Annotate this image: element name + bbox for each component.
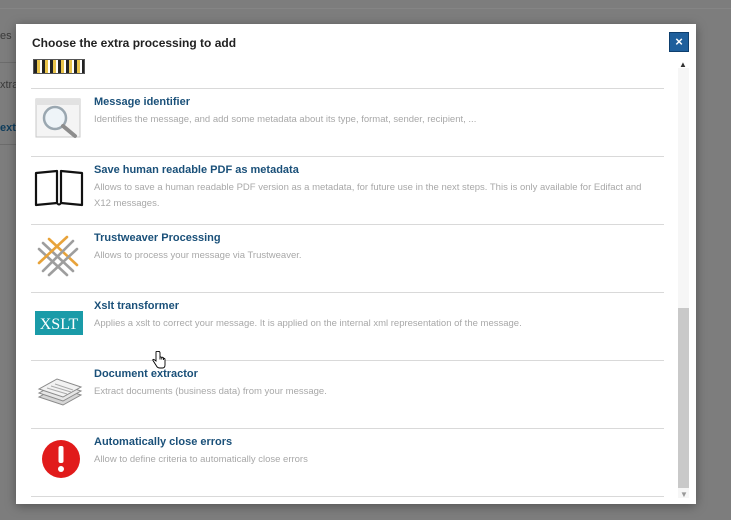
close-button[interactable]: ×	[669, 32, 689, 52]
bg-text-fragment: es	[0, 30, 12, 42]
item-description: Allow to define criteria to automaticall…	[94, 454, 308, 465]
item-description: Identifies the message, and add some met…	[94, 114, 477, 125]
item-description: Extract documents (business data) from y…	[94, 386, 327, 397]
item-description: Allows to save a human readable PDF vers…	[94, 182, 642, 209]
list-item-trustweaver[interactable]: Trustweaver Processing Allows to process…	[31, 224, 664, 292]
add-processing-dialog: Choose the extra processing to add × ▲ ▼…	[16, 24, 696, 504]
error-alert-icon	[33, 437, 85, 481]
bg-divider	[0, 8, 731, 9]
hand-pointer-icon	[152, 350, 166, 374]
item-title: Save human readable PDF as metadata	[94, 164, 299, 176]
item-title: Xslt transformer	[94, 300, 179, 312]
list-item-close-errors[interactable]: Automatically close errors Allow to defi…	[31, 428, 664, 497]
documents-stack-icon	[33, 369, 85, 413]
bg-divider	[0, 144, 16, 145]
xslt-icon: XSLT	[33, 301, 85, 345]
item-description: Applies a xslt to correct your message. …	[94, 318, 522, 329]
item-title: Trustweaver Processing	[94, 232, 221, 244]
magnifier-icon	[33, 97, 85, 141]
list-item-save-pdf[interactable]: Save human readable PDF as metadata Allo…	[31, 156, 664, 224]
item-title: Message identifier	[94, 96, 190, 108]
item-title: Automatically close errors	[94, 436, 233, 448]
bg-divider	[0, 62, 16, 63]
list-item-document-extractor[interactable]: Document extractor Extract documents (bu…	[31, 360, 664, 428]
scroll-down-arrow-icon[interactable]: ▼	[680, 490, 688, 499]
dialog-title: Choose the extra processing to add	[32, 36, 237, 50]
bg-link-fragment: ext	[0, 122, 16, 134]
open-book-icon	[33, 165, 85, 209]
trustweaver-icon	[33, 233, 85, 277]
list-item-xslt-transformer[interactable]: XSLT Xslt transformer Applies a xslt to …	[31, 292, 664, 360]
item-title: Document extractor	[94, 368, 198, 380]
scrollbar-thumb[interactable]	[678, 308, 689, 488]
xslt-icon-label: XSLT	[40, 316, 79, 333]
processing-list: Message identifier Identifies the messag…	[31, 88, 664, 497]
item-description: Allows to process your message via Trust…	[94, 250, 302, 261]
brand-logo	[33, 59, 85, 74]
list-item-message-identifier[interactable]: Message identifier Identifies the messag…	[31, 88, 664, 156]
